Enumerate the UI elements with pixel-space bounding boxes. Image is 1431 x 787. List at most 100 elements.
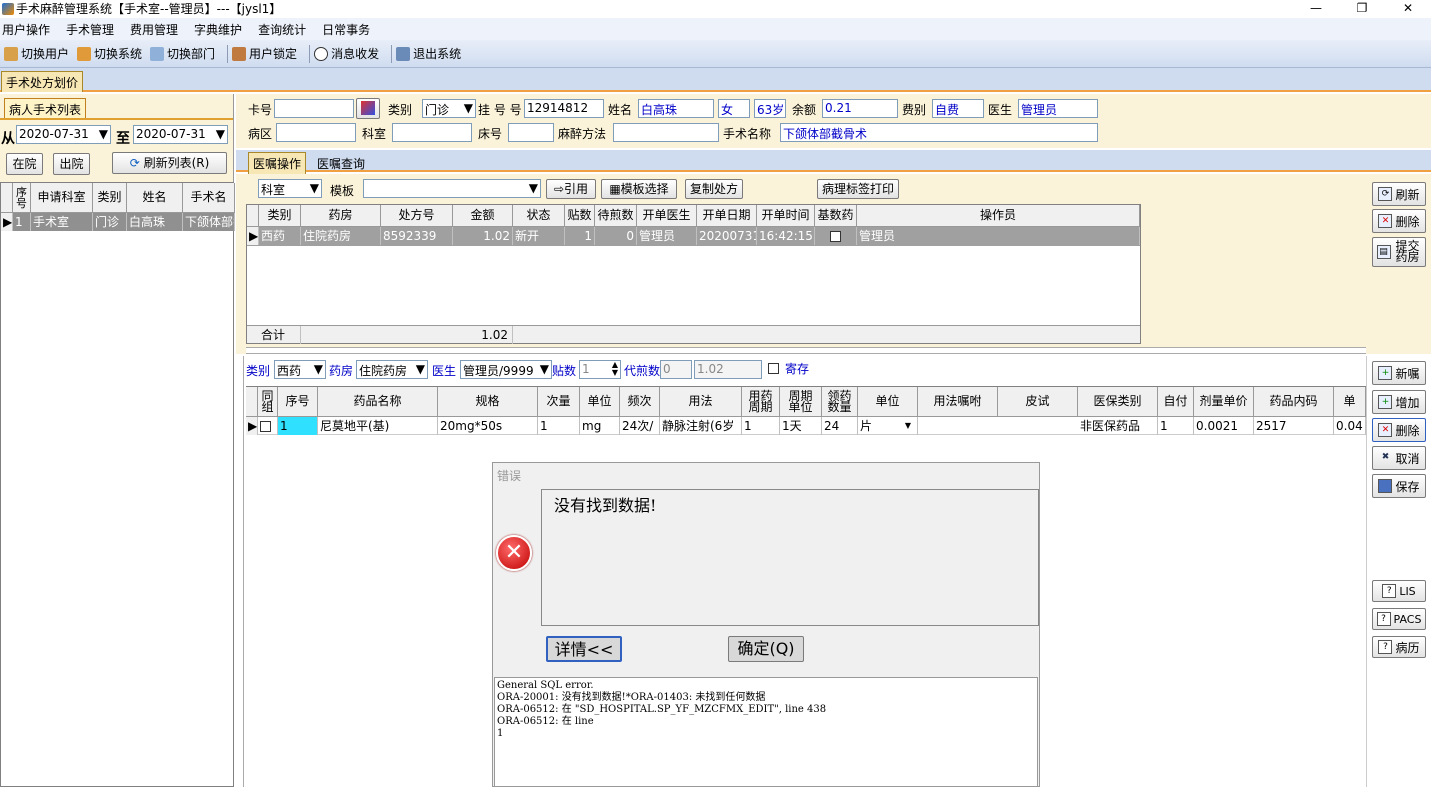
submit-pharmacy-button[interactable]: ▤ 提交药房 [1372,237,1426,267]
tab-surgery-prescription[interactable]: 手术处方划价 [1,71,84,92]
fee-label: 费别 [902,103,927,117]
menu-daily[interactable]: 日常事务 [322,21,370,38]
patient-sex-field[interactable]: 女 [718,99,750,118]
template-select-button[interactable]: ▦模板选择 [601,179,677,199]
exit-button[interactable]: 退出系统 [396,45,461,62]
switch-system-button[interactable]: 切换系统 [77,45,142,62]
menu-surgery[interactable]: 手术管理 [66,21,114,38]
pacs-button[interactable]: ? PACS [1372,608,1426,630]
message-button[interactable]: 消息收发 [314,45,379,62]
maximize-button[interactable]: ❐ [1339,0,1385,18]
col-operator: 操作员 [857,205,1140,227]
table-row[interactable]: ▶ 1 手术室 门诊 白高珠 下颌体部截 [1,213,235,231]
copy-prescription-button[interactable]: 复制处方 [685,179,743,199]
tab-order-ops[interactable]: 医嘱操作 [248,152,307,174]
col-unit2: 单位 [858,387,918,417]
new-order-button[interactable]: + 新嘱 [1372,361,1426,385]
add-button[interactable]: + 增加 [1372,390,1426,414]
delete-rx-button[interactable]: ✕ 删除 [1372,209,1426,233]
add-icon: + [1378,395,1393,409]
col-seq: 序号 [278,387,318,417]
close-button[interactable]: ✕ [1385,0,1431,18]
col-decoct: 待煎数 [595,205,637,227]
table-row[interactable]: ▶ 1 尼莫地平(基) 20mg*50s 1 mg 24次/ 静脉注射(6岁 1… [246,417,1366,435]
amount-field[interactable]: 1.02 [694,360,762,379]
ward-field[interactable] [276,123,356,142]
lock-user-button[interactable]: 用户锁定 [232,45,297,62]
col-index: 序号 [13,183,31,213]
chevron-down-icon: ▼ [415,362,425,376]
toolbar-separator [391,44,393,63]
chevron-down-icon: ▼ [528,181,538,195]
to-date-picker[interactable]: 2020-07-31 ▼ [133,125,228,144]
switch-department-button[interactable]: 切换部门 [150,45,215,62]
reg-label: 挂 号 号 [478,103,522,117]
balance-field[interactable]: 0.21 [822,99,898,118]
splitter-handle-left[interactable] [236,356,244,787]
pathology-label-print-button[interactable]: 病理标签打印 [817,179,899,199]
refresh-button[interactable]: ⟳ 刷新 [1372,182,1426,206]
menu-user-ops[interactable]: 用户操作 [2,21,50,38]
menu-fees[interactable]: 费用管理 [130,21,178,38]
template-select[interactable]: ▼ [363,179,541,198]
table-row[interactable]: ▶ 西药 住院药房 8592339 1.02 新开 1 0 管理员 202007… [247,227,1140,246]
minimize-button[interactable]: — [1293,0,1339,18]
switch-user-button[interactable]: 切换用户 [4,45,69,62]
drug-type-select[interactable]: 西药 ▼ [274,360,326,379]
tie-spinner[interactable]: 1 ▲ ▼ [579,360,621,379]
patient-age-field[interactable]: 63岁 [754,99,786,118]
menu-query[interactable]: 查询统计 [258,21,306,38]
tab-order-query[interactable]: 医嘱查询 [317,155,365,172]
col-group: 同组 [258,387,278,417]
dept-select[interactable]: 科室 ▼ [258,179,322,198]
surgery-name-field[interactable]: 下颌体部截骨术 [780,123,1098,142]
reg-no-field[interactable]: 12914812 [524,99,604,118]
base-drug-checkbox[interactable] [815,227,857,245]
type-select[interactable]: 门诊 ▼ [422,99,476,118]
dept-field[interactable] [392,123,472,142]
deposit-checkbox[interactable] [768,363,779,374]
patient-name-field[interactable]: 白高珠 [638,99,714,118]
discharged-button[interactable]: 出院 [53,153,90,175]
bed-label: 床号 [478,127,503,141]
fee-field[interactable]: 自费 [932,99,984,118]
drug-doctor-label: 医生 [432,364,457,378]
col-dose: 次量 [538,387,580,417]
lis-button[interactable]: ? LIS [1372,580,1426,602]
doctor-field[interactable]: 管理员 [1018,99,1098,118]
bed-field[interactable] [508,123,554,142]
delete-icon: ✕ [1378,423,1393,437]
group-checkbox[interactable] [258,417,278,435]
drug-pharmacy-select[interactable]: 住院药房 ▼ [356,360,428,379]
refresh-icon: ⟳ [1378,187,1393,201]
unit-select[interactable]: 片 ▼ [858,417,918,435]
help-icon: ? [1382,584,1397,598]
cancel-button[interactable]: ✖ 取消 [1372,446,1426,470]
in-hospital-button[interactable]: 在院 [6,153,43,175]
save-button[interactable]: 保存 [1372,474,1426,498]
col-type: 类别 [93,183,127,213]
save-icon [1378,479,1393,493]
window-title: 手术麻醉管理系统【手术室--管理员】---【jysl1】 [16,2,282,16]
medical-record-button[interactable]: ? 病历 [1372,636,1426,658]
delete-icon: ✕ [1378,214,1393,228]
splitter-bar[interactable] [246,347,1366,354]
anesthesia-field[interactable] [613,123,719,142]
col-qty: 领药数量 [822,387,858,417]
ok-button[interactable]: 确定(Q) [728,636,804,662]
menu-dictionary[interactable]: 字典维护 [194,21,242,38]
drug-type-label: 类别 [246,364,271,378]
from-date-picker[interactable]: 2020-07-31 ▼ [16,125,111,144]
col-surgery: 手术名 [183,183,235,213]
details-button[interactable]: 详情<< [546,636,622,662]
card-reader-button[interactable] [356,98,380,119]
refresh-list-button[interactable]: ⟳ 刷新列表(R) [112,152,227,174]
drug-doctor-select[interactable]: 管理员/9999 ▼ [460,360,552,379]
tab-patient-surgery-list[interactable]: 病人手术列表 [4,98,87,120]
decoct-field[interactable]: 0 [660,360,692,379]
quote-button[interactable]: ⇨引用 [546,179,596,199]
col-instructions: 用法嘱咐 [918,387,998,417]
card-input[interactable] [274,99,354,118]
deposit-label: 寄存 [785,362,810,376]
delete-drug-button[interactable]: ✕ 删除 [1372,418,1426,442]
